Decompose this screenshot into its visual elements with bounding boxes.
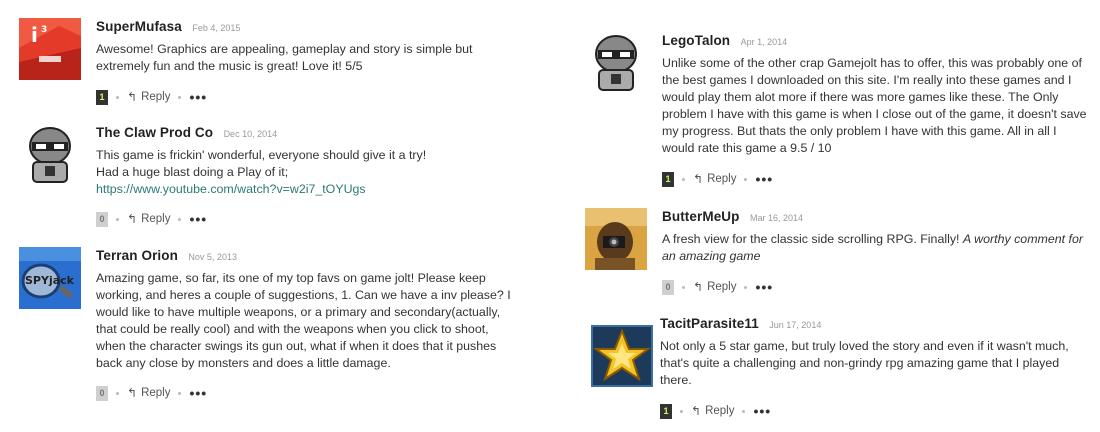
reply-label: Reply bbox=[707, 281, 737, 293]
comment-author[interactable]: ButterMeUp bbox=[662, 209, 740, 224]
more-options-icon[interactable]: ••• bbox=[189, 212, 207, 226]
comment-line: This game is frickin' wonderful, everyon… bbox=[96, 148, 427, 162]
svg-text:i: i bbox=[31, 23, 38, 47]
separator-dot bbox=[682, 177, 685, 181]
svg-text:3: 3 bbox=[41, 25, 47, 35]
separator-dot bbox=[178, 95, 182, 99]
comment-text: This game is frickin' wonderful, everyon… bbox=[96, 147, 516, 198]
avatar[interactable]: i 3 bbox=[19, 18, 81, 80]
avatar[interactable] bbox=[591, 325, 653, 387]
reply-arrow-icon: ↰ bbox=[693, 172, 704, 186]
separator-dot bbox=[116, 217, 119, 221]
avatar-logo-text: SPYjack bbox=[25, 274, 75, 287]
reply-label: Reply bbox=[141, 91, 171, 103]
reply-label: Reply bbox=[707, 173, 737, 185]
comment-text: Amazing game, so far, its one of my top … bbox=[96, 271, 511, 370]
more-options-icon[interactable]: ••• bbox=[755, 280, 773, 294]
vote-count[interactable]: 0 bbox=[96, 385, 108, 401]
reply-button[interactable]: ↰ Reply bbox=[127, 90, 170, 104]
reply-label: Reply bbox=[141, 213, 171, 225]
comment-author[interactable]: The Claw Prod Co bbox=[96, 125, 213, 140]
reply-arrow-icon: ↰ bbox=[691, 404, 702, 418]
comment-text: Not only a 5 star game, but truly loved … bbox=[660, 339, 1069, 387]
reply-button[interactable]: ↰ Reply bbox=[127, 212, 170, 226]
reply-button[interactable]: ↰ Reply bbox=[691, 404, 734, 418]
comment-text-plain: A fresh view for the classic side scroll… bbox=[662, 232, 963, 246]
separator-dot bbox=[742, 409, 746, 413]
vote-count[interactable]: 0 bbox=[96, 211, 108, 227]
separator-dot bbox=[178, 391, 182, 395]
avatar[interactable]: SPYjack bbox=[19, 247, 81, 309]
vote-count[interactable]: 0 bbox=[662, 279, 674, 295]
reply-arrow-icon: ↰ bbox=[127, 90, 138, 104]
reply-button[interactable]: ↰ Reply bbox=[127, 386, 170, 400]
separator-dot bbox=[116, 95, 119, 99]
reply-arrow-icon: ↰ bbox=[693, 280, 704, 294]
comment-date: Apr 1, 2014 bbox=[740, 37, 788, 47]
avatar[interactable] bbox=[585, 208, 647, 270]
comment-date: Mar 16, 2014 bbox=[749, 213, 803, 223]
avatar[interactable] bbox=[19, 124, 81, 186]
more-options-icon[interactable]: ••• bbox=[753, 404, 771, 418]
comment-author[interactable]: Terran Orion bbox=[96, 248, 178, 263]
comment-text: A fresh view for the classic side scroll… bbox=[662, 231, 1087, 265]
comment-text: Unlike some of the other crap Gamejolt h… bbox=[662, 56, 1087, 155]
reply-arrow-icon: ↰ bbox=[127, 212, 138, 226]
separator-dot bbox=[116, 391, 119, 395]
comment-date: Feb 4, 2015 bbox=[192, 23, 241, 33]
vote-count[interactable]: 1 bbox=[662, 171, 674, 187]
reply-button[interactable]: ↰ Reply bbox=[693, 280, 736, 294]
separator-dot bbox=[682, 285, 685, 289]
more-options-icon[interactable]: ••• bbox=[189, 386, 207, 400]
more-options-icon[interactable]: ••• bbox=[189, 90, 207, 104]
comment-author[interactable]: TacitParasite11 bbox=[660, 316, 759, 331]
reply-arrow-icon: ↰ bbox=[127, 386, 138, 400]
reply-label: Reply bbox=[705, 405, 735, 417]
comment-link[interactable]: https://www.youtube.com/watch?v=w2i7_tOY… bbox=[96, 182, 366, 196]
comment-date: Dec 10, 2014 bbox=[223, 129, 278, 139]
comment-line: Had a huge blast doing a Play of it; bbox=[96, 165, 289, 179]
comment-date: Nov 5, 2013 bbox=[188, 252, 237, 262]
separator-dot bbox=[744, 177, 748, 181]
separator-dot bbox=[744, 285, 748, 289]
vote-count[interactable]: 1 bbox=[660, 403, 672, 419]
reply-button[interactable]: ↰ Reply bbox=[693, 172, 736, 186]
comment-author[interactable]: SuperMufasa bbox=[96, 19, 182, 34]
comment-date: Jun 17, 2014 bbox=[769, 320, 822, 330]
comment-author[interactable]: LegoTalon bbox=[662, 33, 730, 48]
separator-dot bbox=[178, 217, 182, 221]
more-options-icon[interactable]: ••• bbox=[755, 172, 773, 186]
comment-text: Awesome! Graphics are appealing, gamepla… bbox=[96, 42, 473, 73]
separator-dot bbox=[680, 409, 683, 413]
reply-label: Reply bbox=[141, 387, 171, 399]
vote-count[interactable]: 1 bbox=[96, 89, 108, 105]
avatar[interactable] bbox=[585, 32, 647, 94]
